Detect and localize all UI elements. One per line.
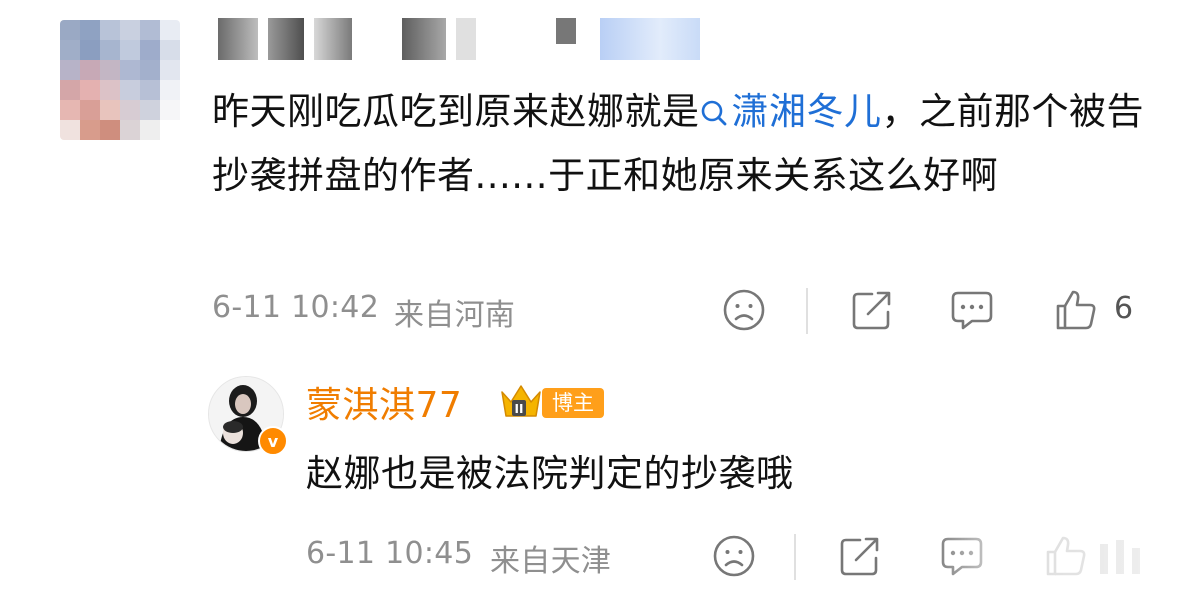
reply-username[interactable]: 蒙淇淇77 (306, 376, 462, 428)
search-icon (700, 83, 728, 126)
dislike-face-icon[interactable] (712, 534, 756, 578)
like-count: 6 (1114, 291, 1134, 326)
commenter-avatar-blurred[interactable] (60, 20, 180, 140)
comment-body: 昨天刚吃瓜吃到原来赵娜就是 潇湘冬儿，之前那个被告抄袭拼盘的作者......于正和… (212, 80, 1152, 208)
svg-text:II: II (515, 402, 524, 416)
dislike-face-icon[interactable] (722, 288, 766, 332)
action-divider (794, 534, 796, 580)
comment-icon[interactable] (950, 288, 994, 332)
reply-location: 来自天津 (490, 544, 612, 579)
blogger-badge: 博主 (542, 388, 604, 418)
commenter-name-blurred[interactable] (218, 18, 700, 60)
crown-icon: II (498, 378, 544, 424)
corner-watermark-fade (930, 520, 1179, 597)
comment-location: 来自河南 (394, 298, 516, 333)
action-divider (806, 288, 808, 334)
verified-badge: v (258, 426, 288, 456)
thumbs-up-icon[interactable] (1054, 288, 1098, 332)
share-icon[interactable] (850, 288, 894, 332)
topic-label: 潇湘冬儿 (731, 90, 882, 133)
reply-timestamp: 6-11 10:45 (306, 536, 474, 571)
share-icon[interactable] (838, 534, 882, 578)
reply-body: 赵娜也是被法院判定的抄袭哦 (306, 452, 794, 495)
comment-text-before: 昨天刚吃瓜吃到原来赵娜就是 (212, 90, 700, 133)
topic-link[interactable]: 潇湘冬儿 (700, 90, 882, 133)
comment-timestamp: 6-11 10:42 (212, 290, 380, 325)
